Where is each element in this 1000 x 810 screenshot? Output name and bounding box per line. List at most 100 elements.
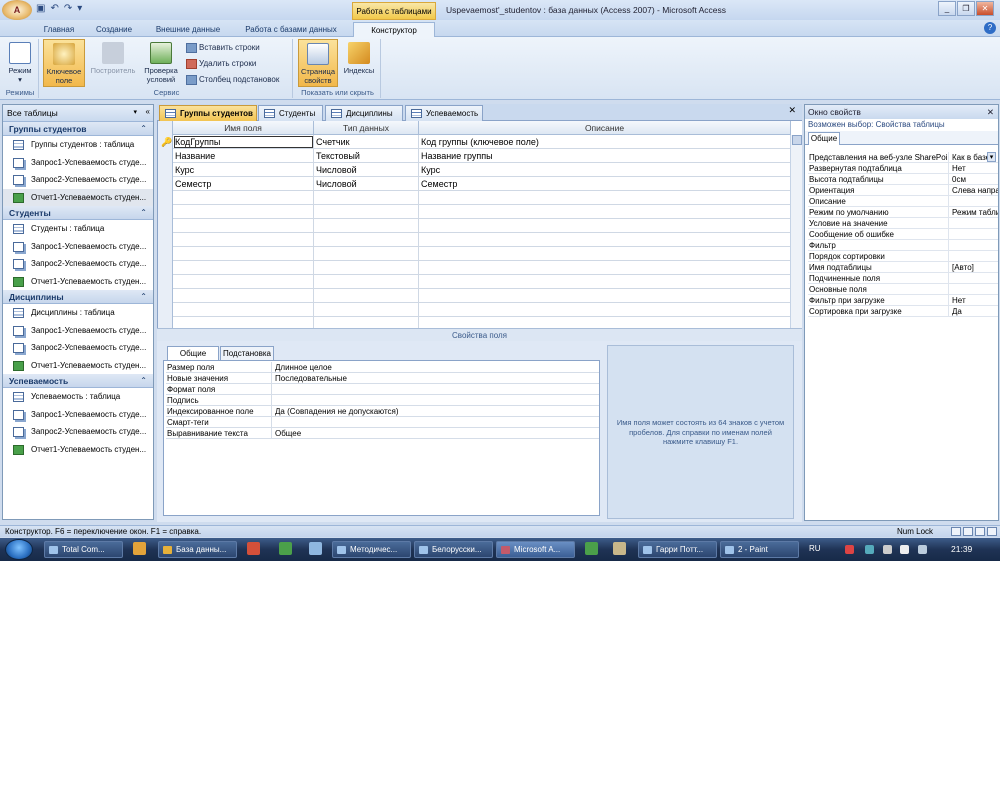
taskbar-button-access[interactable]: Microsoft A...	[496, 541, 575, 558]
field-property-row[interactable]: Подпись	[166, 395, 599, 406]
nav-item-report[interactable]: Отчет1-Успеваемость студен...	[3, 188, 153, 206]
data-type-cell[interactable]	[314, 261, 419, 275]
app-icon[interactable]	[247, 542, 260, 555]
property-value[interactable]: Нет	[951, 295, 998, 306]
data-type-cell[interactable]	[314, 191, 419, 205]
nav-group-header[interactable]: Успеваемость ⌃	[3, 374, 153, 388]
collapse-icon[interactable]: ⌃	[140, 290, 147, 304]
close-document-icon[interactable]: ✕	[788, 105, 796, 116]
qat-dropdown-icon[interactable]: ▾	[77, 3, 82, 14]
nav-item-table[interactable]: Студенты : таблица	[3, 220, 153, 238]
nav-item-report[interactable]: Отчет1-Успеваемость студен...	[3, 357, 153, 375]
property-value[interactable]: Да (Совпадения не допускаются)	[273, 406, 399, 417]
pivot-table-icon[interactable]	[963, 527, 973, 536]
property-sheet-row[interactable]: Представления на веб-узле SharePoint Как …	[808, 152, 998, 163]
collapse-icon[interactable]: ⌃	[140, 206, 147, 220]
description-cell[interactable]	[419, 233, 791, 247]
field-name-cell[interactable]	[173, 303, 314, 317]
field-name-cell[interactable]	[173, 247, 314, 261]
dropdown-icon[interactable]: ▾	[987, 152, 996, 162]
restore-button[interactable]: ❐	[957, 1, 975, 16]
nav-item-report[interactable]: Отчет1-Успеваемость студен...	[3, 441, 153, 459]
nav-item-report[interactable]: Отчет1-Успеваемость студен...	[3, 273, 153, 291]
test-validation-button[interactable]: Проверка условий	[140, 39, 182, 87]
grid-row[interactable]: Название Текстовый Название группы	[173, 149, 791, 163]
field-property-row[interactable]: Индексированное поле Да (Совпадения не до…	[166, 406, 599, 417]
doc-tab-disciplines[interactable]: Дисциплины	[325, 105, 403, 121]
delete-rows-button[interactable]: Удалить строки	[186, 57, 256, 71]
property-sheet-row[interactable]: Сортировка при загрузке Да	[808, 306, 998, 317]
grid-row[interactable]	[173, 275, 791, 289]
grid-row[interactable]: Семестр Числовой Семестр	[173, 177, 791, 191]
grid-row[interactable]: Курс Числовой Курс	[173, 163, 791, 177]
description-cell[interactable]	[419, 247, 791, 261]
field-name-cell[interactable]	[173, 261, 314, 275]
nav-group-header[interactable]: Студенты ⌃	[3, 206, 153, 220]
shutter-bar-icon[interactable]: «	[146, 107, 150, 116]
collapse-icon[interactable]: ⌃	[140, 374, 147, 388]
nav-dropdown-icon[interactable]: ▾	[133, 108, 137, 116]
excel-icon[interactable]	[585, 542, 598, 555]
nav-item-query[interactable]: Запрос1-Успеваемость студе...	[3, 154, 153, 172]
redo-icon[interactable]: ↷	[64, 3, 72, 14]
app-icon[interactable]	[309, 542, 322, 555]
data-type-cell[interactable]: Счетчик	[314, 135, 419, 149]
vertical-scrollbar[interactable]	[790, 135, 802, 328]
nav-group-header[interactable]: Дисциплины ⌃	[3, 290, 153, 304]
data-type-cell[interactable]	[314, 303, 419, 317]
language-indicator[interactable]: RU	[809, 544, 821, 553]
data-type-cell[interactable]	[314, 275, 419, 289]
field-name-cell[interactable]	[173, 205, 314, 219]
grid-row[interactable]	[173, 289, 791, 303]
description-cell[interactable]: Код группы (ключевое поле)	[419, 135, 791, 149]
grid-row[interactable]	[173, 191, 791, 205]
data-type-cell[interactable]	[314, 205, 419, 219]
taskbar-button-document[interactable]: Гарри Потт...	[638, 541, 717, 558]
security-icon[interactable]	[845, 545, 854, 554]
nav-item-table[interactable]: Группы студентов : таблица	[3, 136, 153, 154]
grid-row[interactable]	[173, 219, 791, 233]
lookup-column-button[interactable]: Столбец подстановок	[186, 73, 279, 87]
tab-general[interactable]: Общие	[167, 346, 219, 360]
field-property-row[interactable]: Выравнивание текста Общее	[166, 428, 599, 439]
tab-all-general[interactable]: Общие	[808, 132, 840, 145]
property-sheet-row[interactable]: Фильтр	[808, 240, 998, 251]
close-icon[interactable]: ✕	[987, 105, 994, 119]
field-name-cell[interactable]: Курс	[173, 163, 314, 177]
office-button[interactable]: A	[2, 0, 32, 20]
tab-design[interactable]: Конструктор	[353, 22, 435, 37]
field-property-row[interactable]: Смарт-теги	[166, 417, 599, 428]
field-name-cell[interactable]: КодГруппы	[173, 135, 314, 149]
grid-row[interactable]	[173, 261, 791, 275]
property-value[interactable]: Последовательные	[273, 373, 347, 384]
property-sheet-row[interactable]: Подчиненные поля	[808, 273, 998, 284]
datasheet-view-icon[interactable]	[951, 527, 961, 536]
scroll-thumb[interactable]	[792, 135, 802, 145]
taskbar-button-browser[interactable]: База данны...	[158, 541, 237, 558]
property-value[interactable]: Нет	[951, 163, 998, 174]
tab-external-data[interactable]: Внешние данные	[146, 22, 230, 37]
data-type-cell[interactable]	[314, 219, 419, 233]
volume-icon[interactable]	[900, 545, 909, 554]
taskbar-button-total-commander[interactable]: Total Com...	[44, 541, 123, 558]
nav-item-query[interactable]: Запрос1-Успеваемость студе...	[3, 238, 153, 256]
description-cell[interactable]: Название группы	[419, 149, 791, 163]
builder-button[interactable]: Построитель	[88, 39, 138, 87]
property-value[interactable]: Общее	[273, 428, 301, 439]
data-type-cell[interactable]	[314, 233, 419, 247]
property-value[interactable]: Да	[951, 306, 998, 317]
media-icon[interactable]	[133, 542, 146, 555]
undo-icon[interactable]: ↶	[50, 3, 58, 14]
nav-group-header[interactable]: Группы студентов ⌃	[3, 122, 153, 136]
save-icon[interactable]: ▣	[36, 3, 45, 14]
property-value[interactable]: [Авто]	[951, 262, 998, 273]
property-sheet-row[interactable]: Сообщение об ошибке	[808, 229, 998, 240]
nav-item-query[interactable]: Запрос1-Успеваемость студе...	[3, 322, 153, 340]
field-name-cell[interactable]	[173, 275, 314, 289]
tab-home[interactable]: Главная	[34, 22, 84, 37]
property-sheet-row[interactable]: Фильтр при загрузке Нет	[808, 295, 998, 306]
signal-icon[interactable]	[883, 545, 892, 554]
data-type-cell[interactable]: Числовой	[314, 163, 419, 177]
description-cell[interactable]	[419, 289, 791, 303]
field-name-cell[interactable]	[173, 219, 314, 233]
